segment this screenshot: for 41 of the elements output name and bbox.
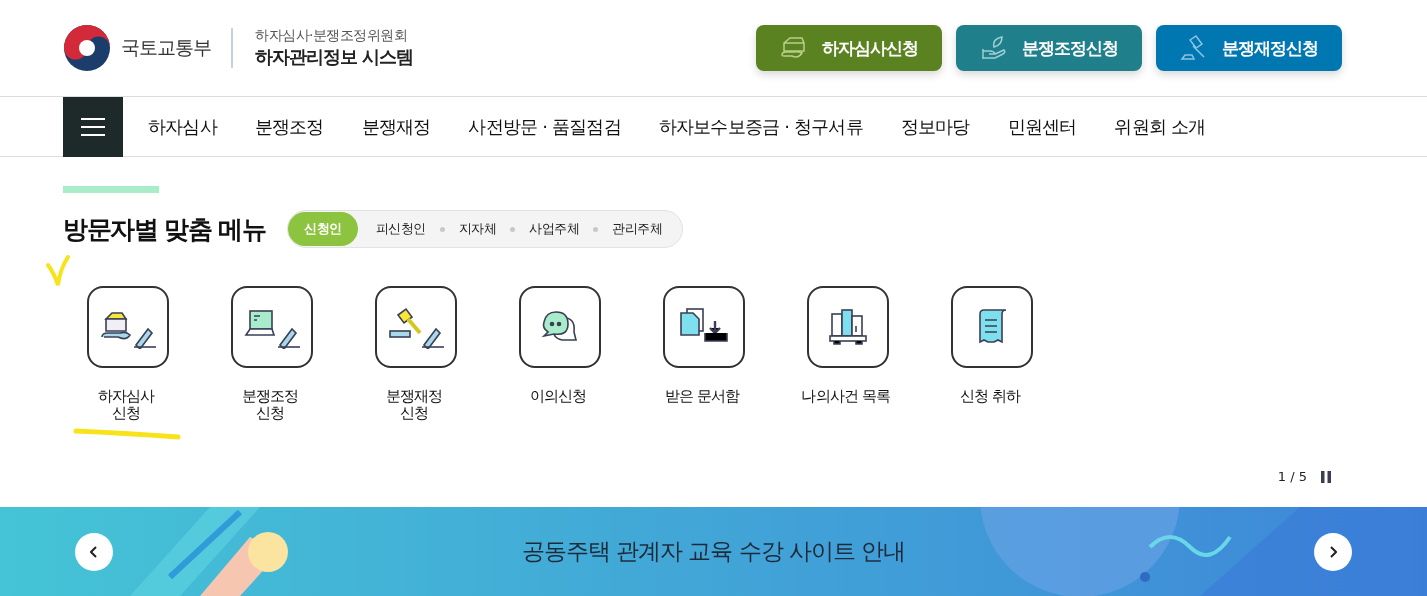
bookshelf-icon bbox=[828, 308, 868, 346]
visitor-tab[interactable]: 지자체 bbox=[448, 212, 507, 246]
menu-tile[interactable]: 분쟁재정 신청 bbox=[355, 286, 499, 423]
section-title: 방문자별 맞춤 메뉴 bbox=[63, 213, 266, 246]
apply-button[interactable]: 분쟁조정신청 bbox=[956, 25, 1142, 71]
banner-title: 공동주택 관계자 교육 수강 사이트 안내 bbox=[521, 537, 906, 566]
apply-button[interactable]: 분쟁재정신청 bbox=[1156, 25, 1342, 71]
nav-link[interactable]: 분쟁재정 bbox=[342, 114, 450, 139]
menu-icon bbox=[81, 117, 105, 136]
visitor-tab[interactable]: 관리주체 bbox=[602, 212, 673, 246]
pause-icon bbox=[1321, 470, 1331, 483]
menu-tile[interactable]: 받은 문서함 bbox=[643, 286, 787, 423]
visitor-tab[interactable]: 사업주체 bbox=[519, 212, 590, 246]
menu-tile[interactable]: 신청 취하 bbox=[931, 286, 1075, 423]
hand-leaf-icon bbox=[980, 35, 1008, 61]
menu-button[interactable] bbox=[63, 96, 123, 157]
nav-link[interactable]: 위원회 소개 bbox=[1095, 114, 1225, 139]
house-icon bbox=[780, 35, 808, 61]
system-name: 하자관리정보 시스템 bbox=[255, 45, 414, 69]
logo-emblem-icon bbox=[63, 24, 111, 72]
gavel-pencil-icon bbox=[388, 305, 444, 349]
pause-button[interactable] bbox=[1321, 470, 1331, 483]
menu-tile[interactable]: 하자심사 신청 bbox=[67, 286, 211, 423]
apply-button[interactable]: 하자심사신청 bbox=[756, 25, 942, 71]
ministry-name: 국토교통부 bbox=[121, 35, 211, 60]
nav-link[interactable]: 분쟁조정 bbox=[235, 114, 343, 139]
menu-tile[interactable]: 분쟁조정 신청 bbox=[211, 286, 355, 423]
menu-tile[interactable]: 나의사건 목록 bbox=[787, 286, 931, 423]
nav-link[interactable]: 하자심사 bbox=[129, 114, 236, 139]
menu-tile[interactable]: 이의신청 bbox=[499, 286, 643, 423]
chat-bubbles-icon bbox=[540, 310, 580, 344]
annotation-checkmark bbox=[44, 253, 72, 289]
nav-link[interactable]: 민원센터 bbox=[988, 114, 1096, 139]
slide-counter: 1 / 5 bbox=[1277, 469, 1307, 484]
visitor-tab[interactable]: 피신청인 bbox=[365, 212, 436, 246]
nav-link[interactable]: 하자보수보증금 · 청구서류 bbox=[639, 114, 882, 139]
chevron-right-icon bbox=[1329, 545, 1337, 558]
nav-link[interactable]: 사전방문 · 품질점검 bbox=[449, 114, 640, 139]
chevron-left-icon bbox=[90, 545, 98, 558]
committee-name: 하자심사·분쟁조정위원회 bbox=[255, 27, 409, 45]
nav-link[interactable]: 정보마당 bbox=[881, 114, 989, 139]
